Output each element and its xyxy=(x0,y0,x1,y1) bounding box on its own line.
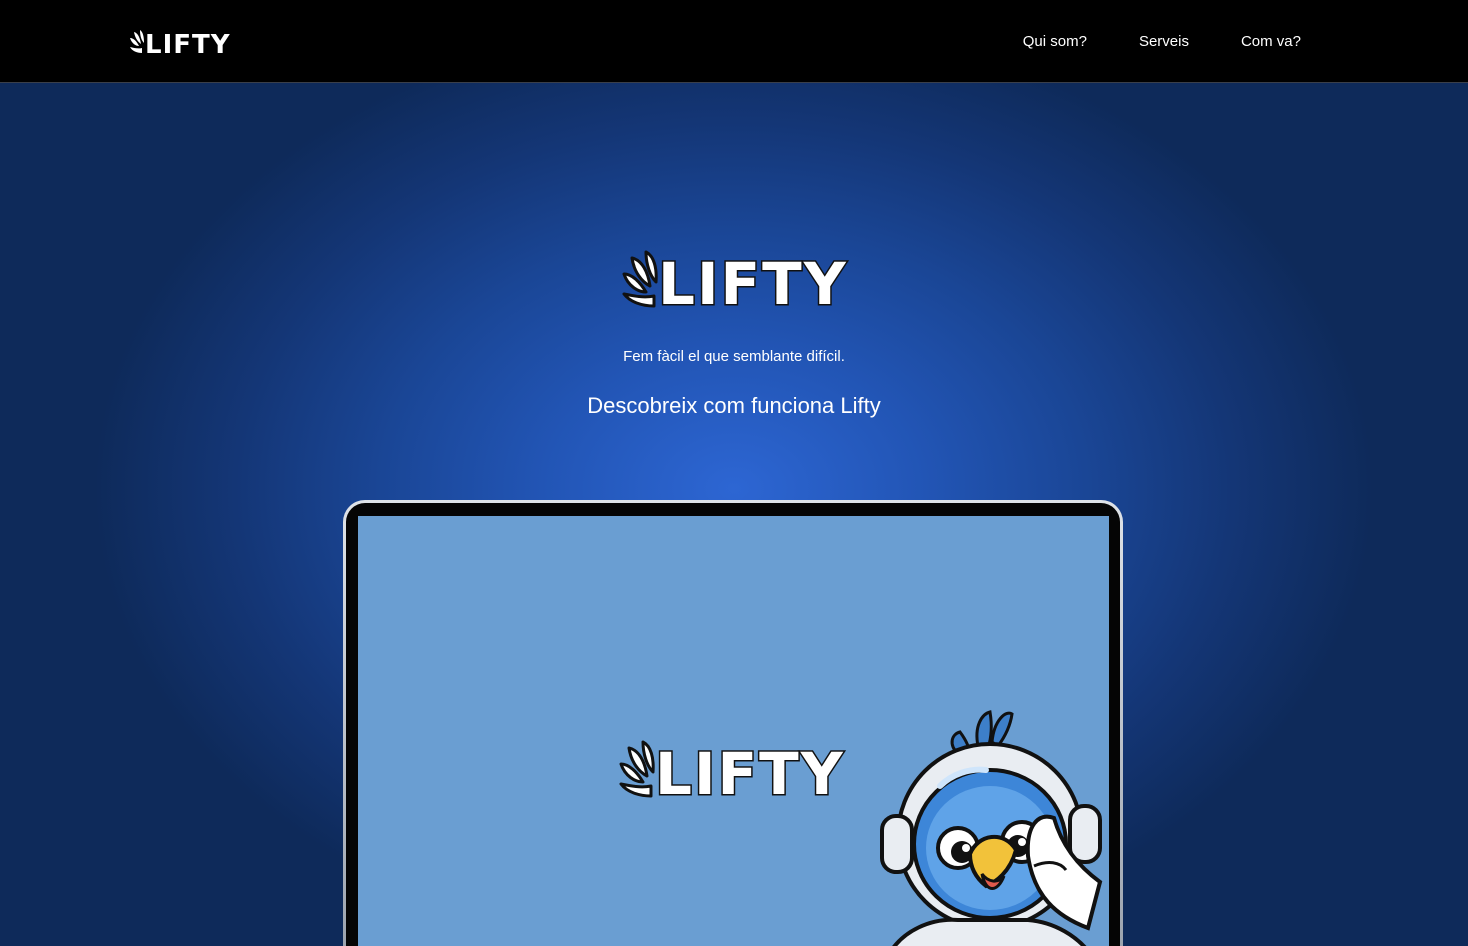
laptop-bezel: LIFTY xyxy=(346,503,1120,946)
logo-text: LIFTY xyxy=(145,30,231,56)
screen-logo-text: LIFTY xyxy=(655,740,845,802)
main-nav: Qui som? Serveis Com va? xyxy=(1023,0,1301,83)
discover-link[interactable]: Descobreix com funciona Lifty xyxy=(0,393,1468,419)
top-navbar: LIFTY Qui som? Serveis Com va? xyxy=(0,0,1468,83)
hero-section: LIFTY Fem fàcil el que semblante difícil… xyxy=(0,83,1468,946)
nav-link-qui-som[interactable]: Qui som? xyxy=(1023,33,1087,50)
hero-logo-text: LIFTY xyxy=(658,250,848,312)
astronaut-bird-mascot-icon xyxy=(880,710,1103,946)
lifty-logo[interactable]: LIFTY xyxy=(128,28,238,56)
hero-tagline: Fem fàcil el que semblante difícil. xyxy=(623,348,845,365)
laptop-screen: LIFTY xyxy=(358,516,1109,946)
nav-link-com-va[interactable]: Com va? xyxy=(1241,33,1301,50)
laptop-mockup: LIFTY xyxy=(343,500,1123,946)
nav-link-serveis[interactable]: Serveis xyxy=(1139,33,1189,50)
hero-lifty-logo: LIFTY xyxy=(622,249,848,312)
screen-lifty-logo: LIFTY xyxy=(619,739,845,802)
